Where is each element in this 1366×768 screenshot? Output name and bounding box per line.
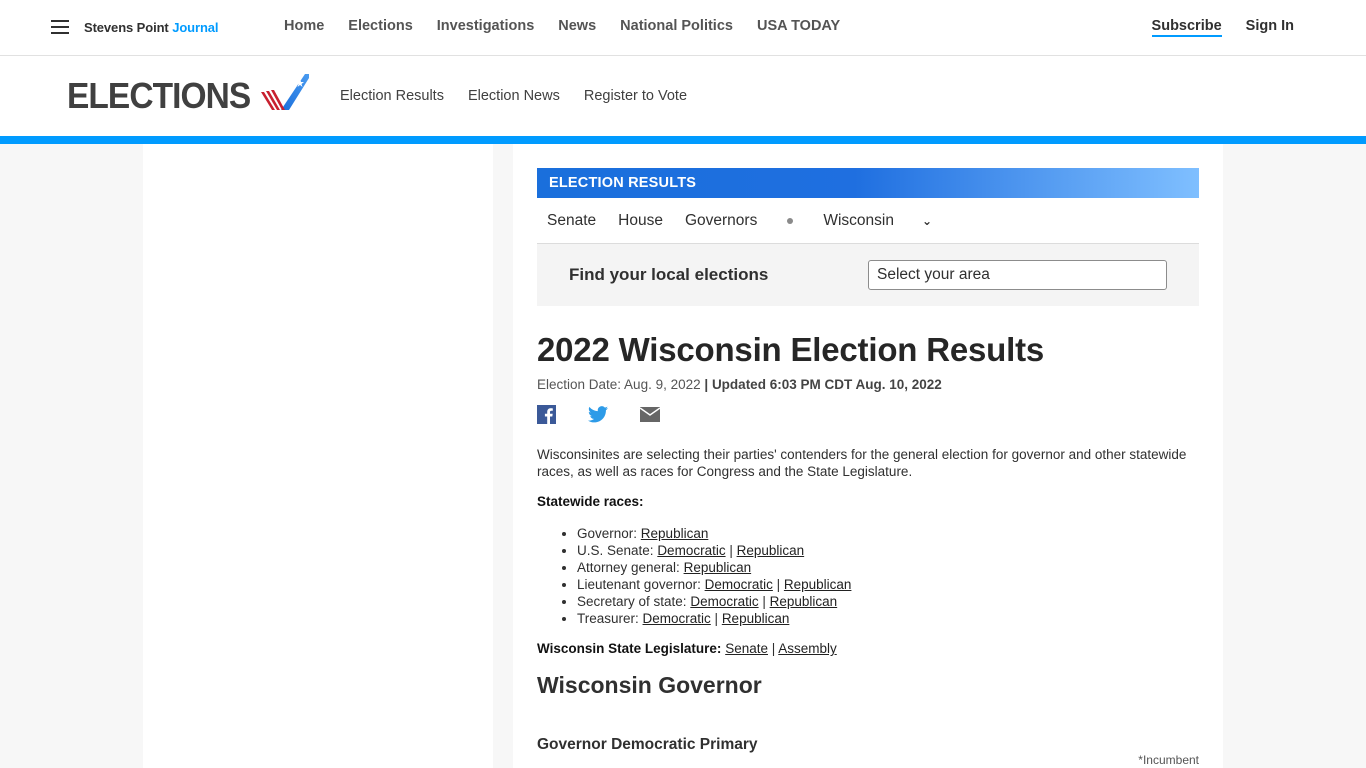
main-content: ELECTION RESULTS Senate House Governors … bbox=[513, 144, 1223, 768]
legislature-assembly-link[interactable]: Assembly bbox=[778, 641, 837, 656]
brand-accent: Journal bbox=[172, 20, 219, 35]
race-label: U.S. Senate: bbox=[577, 543, 654, 558]
tab-governors[interactable]: Governors bbox=[685, 212, 757, 230]
section-heading-governor: Wisconsin Governor bbox=[537, 672, 762, 698]
race-label: Attorney general: bbox=[577, 560, 680, 575]
ltgov-republican-link[interactable]: Republican bbox=[784, 577, 852, 592]
race-navigation: Senate House Governors Wisconsin ⌄ bbox=[537, 198, 1199, 244]
state-selected-value: Wisconsin bbox=[823, 211, 894, 229]
statewide-races-heading: Statewide races: bbox=[537, 494, 644, 509]
subnav-election-news[interactable]: Election News bbox=[468, 88, 560, 104]
tab-house[interactable]: House bbox=[618, 212, 663, 230]
primary-nav: Home Elections Investigations News Natio… bbox=[284, 18, 864, 34]
twitter-icon[interactable] bbox=[588, 406, 608, 428]
race-item-governor: Governor: Republican bbox=[577, 525, 851, 542]
page-title: 2022 Wisconsin Election Results bbox=[537, 331, 1045, 368]
elections-logo[interactable]: ELECTIONS bbox=[67, 74, 309, 116]
race-item-attorney-general: Attorney general: Republican bbox=[577, 559, 851, 576]
race-label: Treasurer: bbox=[577, 611, 639, 626]
elections-subnav: Election Results Election News Register … bbox=[340, 88, 711, 104]
race-label: Secretary of state: bbox=[577, 594, 687, 609]
legislature-label: Wisconsin State Legislature: bbox=[537, 641, 722, 656]
subnav-register-to-vote[interactable]: Register to Vote bbox=[584, 88, 687, 104]
finder-label: Find your local elections bbox=[569, 265, 769, 284]
brand-name: Stevens Point bbox=[84, 20, 169, 35]
state-legislature-line: Wisconsin State Legislature: Senate | As… bbox=[537, 641, 837, 656]
chevron-down-icon: ⌄ bbox=[921, 213, 933, 228]
separator-dot bbox=[787, 217, 794, 224]
ag-republican-link[interactable]: Republican bbox=[684, 560, 752, 575]
dateline-separator: | bbox=[704, 377, 709, 392]
senate-republican-link[interactable]: Republican bbox=[737, 543, 805, 558]
sign-in-link[interactable]: Sign In bbox=[1246, 18, 1294, 37]
elections-logo-text: ELECTIONS bbox=[67, 75, 251, 116]
intro-paragraph: Wisconsinites are selecting their partie… bbox=[537, 447, 1187, 479]
menu-icon[interactable] bbox=[51, 20, 69, 35]
legislature-senate-link[interactable]: Senate bbox=[725, 641, 768, 656]
nav-news[interactable]: News bbox=[558, 18, 596, 34]
race-label: Governor: bbox=[577, 526, 638, 541]
subsection-heading-democratic-primary: Governor Democratic Primary bbox=[537, 736, 758, 753]
incumbent-note: *Incumbent bbox=[1138, 753, 1199, 767]
sos-democratic-link[interactable]: Democratic bbox=[690, 594, 758, 609]
state-dropdown[interactable]: Wisconsin ⌄ bbox=[823, 212, 932, 230]
top-navigation-bar: Stevens Point Journal Home Elections Inv… bbox=[0, 0, 1366, 56]
subscribe-link[interactable]: Subscribe bbox=[1151, 18, 1222, 37]
elections-header: ELECTIONS Election Results Election News… bbox=[0, 56, 1366, 136]
race-item-us-senate: U.S. Senate: Democratic | Republican bbox=[577, 542, 851, 559]
dateline: Election Date: Aug. 9, 2022 | Updated 6:… bbox=[537, 377, 942, 392]
nav-national-politics[interactable]: National Politics bbox=[620, 18, 733, 34]
ltgov-democratic-link[interactable]: Democratic bbox=[705, 577, 773, 592]
share-bar bbox=[537, 405, 692, 429]
election-date: Election Date: Aug. 9, 2022 bbox=[537, 377, 701, 392]
nav-investigations[interactable]: Investigations bbox=[437, 18, 535, 34]
treasurer-republican-link[interactable]: Republican bbox=[722, 611, 790, 626]
local-elections-finder: Find your local elections Select your ar… bbox=[537, 244, 1199, 306]
race-item-lieutenant-governor: Lieutenant governor: Democratic | Republ… bbox=[577, 576, 851, 593]
senate-democratic-link[interactable]: Democratic bbox=[657, 543, 725, 558]
subnav-election-results[interactable]: Election Results bbox=[340, 88, 444, 104]
election-results-banner: ELECTION RESULTS bbox=[537, 168, 1199, 198]
treasurer-democratic-link[interactable]: Democratic bbox=[643, 611, 711, 626]
statewide-races-list: Governor: Republican U.S. Senate: Democr… bbox=[577, 525, 851, 627]
sos-republican-link[interactable]: Republican bbox=[770, 594, 838, 609]
nav-elections[interactable]: Elections bbox=[348, 18, 412, 34]
facebook-icon[interactable] bbox=[537, 405, 556, 429]
nav-home[interactable]: Home bbox=[284, 18, 324, 34]
tab-senate[interactable]: Senate bbox=[547, 212, 596, 230]
account-links: Subscribe Sign In bbox=[1151, 18, 1294, 37]
updated-timestamp: Updated 6:03 PM CDT Aug. 10, 2022 bbox=[711, 377, 942, 392]
governor-republican-link[interactable]: Republican bbox=[641, 526, 709, 541]
site-brand-link[interactable]: Stevens Point Journal bbox=[84, 20, 219, 35]
email-icon[interactable] bbox=[639, 407, 661, 427]
header-accent-bar bbox=[0, 136, 1366, 144]
checkmark-flag-icon bbox=[261, 74, 309, 110]
ad-column bbox=[143, 144, 493, 768]
area-select-input[interactable]: Select your area bbox=[868, 260, 1167, 290]
race-label: Lieutenant governor: bbox=[577, 577, 701, 592]
race-item-treasurer: Treasurer: Democratic | Republican bbox=[577, 610, 851, 627]
nav-usa-today[interactable]: USA TODAY bbox=[757, 18, 840, 34]
race-item-secretary-of-state: Secretary of state: Democratic | Republi… bbox=[577, 593, 851, 610]
